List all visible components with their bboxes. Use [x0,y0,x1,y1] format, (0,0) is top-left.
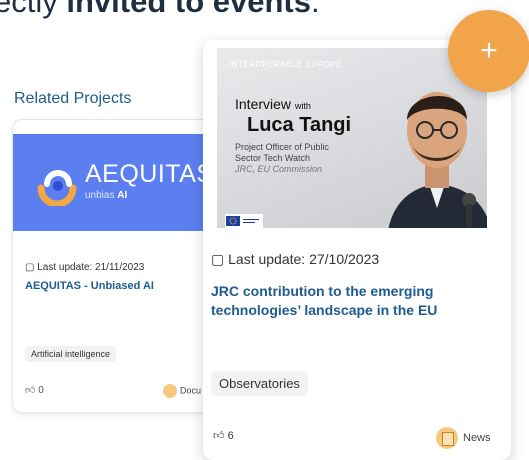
aequitas-logo-icon [37,170,77,206]
photo-person-name: Luca Tangi [247,114,352,136]
heading-bold: invited to events [66,0,311,19]
add-button[interactable]: + [448,10,529,92]
aequitas-banner: AEQUITAS unbias AI [13,134,223,231]
aequitas-logo-text: AEQUITAS [85,160,214,188]
project-card-aequitas[interactable]: AEQUITAS unbias AI ▢ Last update: 21/11/… [12,119,224,413]
calendar-icon: ▢ [211,251,225,267]
photo-person-role: Project Officer of Public Sector Tech Wa… [235,142,329,174]
thumbs-up-icon: 👍︎ [213,430,225,442]
news-icon [436,427,458,449]
photo-interview-text: Interview with [235,96,311,112]
news-card-jrc[interactable]: INTEROPERABLE EUROPE Interview with Luca… [203,40,511,460]
last-update: ▢ Last update: 21/11/2023 [25,262,145,273]
content-type-badge: News [436,427,491,449]
content-type-badge: Docu [163,384,201,398]
related-projects-title: Related Projects [14,90,132,107]
document-icon [163,384,177,398]
section-heading: ectly invited to events. [0,0,320,20]
aequitas-logo-subtext: unbias AI [85,190,128,201]
heading-prefix: ectly [0,0,67,19]
photo-brand-text: INTEROPERABLE EUROPE [229,60,343,69]
heading-suffix: . [310,0,320,19]
like-counter[interactable]: 👍︎ 0 [25,384,44,396]
like-counter[interactable]: 👍︎ 6 [213,429,234,442]
thumbs-up-icon: 👍︎ [25,385,36,396]
tag-chip[interactable]: Artificial intelligence [25,346,117,362]
news-thumbnail-image: INTEROPERABLE EUROPE Interview with Luca… [217,48,487,228]
tag-chip[interactable]: Observatories [211,371,308,396]
person-photo [388,92,487,228]
eu-flag-logo [225,214,263,228]
project-title[interactable]: AEQUITAS - Unbiased AI [25,280,154,292]
news-title[interactable]: JRC contribution to the emerging technol… [211,282,481,320]
calendar-icon: ▢ [25,262,35,273]
last-update: ▢ Last update: 27/10/2023 [211,251,380,267]
